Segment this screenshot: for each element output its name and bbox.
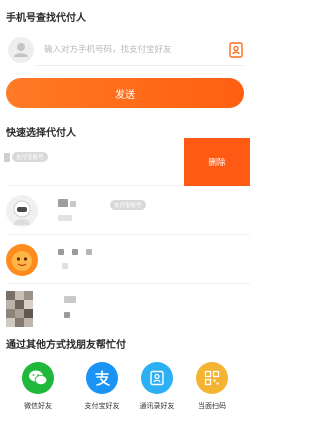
share-alipay-button[interactable]: 支付宝好友 bbox=[72, 362, 132, 411]
wechat-icon bbox=[22, 362, 54, 394]
share-label: 支付宝好友 bbox=[84, 402, 120, 410]
contact-name-masked bbox=[58, 199, 68, 207]
alipay-icon bbox=[86, 362, 118, 394]
share-qr-button[interactable]: 当面扫码 bbox=[182, 362, 242, 411]
share-label: 微信好友 bbox=[24, 402, 52, 410]
contact-name-masked bbox=[4, 153, 10, 162]
contact-account-masked bbox=[64, 312, 70, 318]
contact-row[interactable] bbox=[0, 236, 250, 284]
row-divider bbox=[8, 234, 250, 235]
contact-avatar bbox=[6, 291, 40, 327]
account-badge: 支付宝账号 bbox=[110, 200, 146, 210]
contact-name-masked bbox=[64, 296, 76, 303]
delete-button[interactable]: 删除 bbox=[184, 138, 250, 186]
account-badge: 支付宝账号 bbox=[12, 152, 48, 162]
row-divider bbox=[8, 283, 250, 284]
phone-number-input[interactable] bbox=[44, 36, 220, 64]
contact-account-masked bbox=[62, 263, 68, 269]
input-underline bbox=[36, 65, 244, 66]
quick-select-title: 快速选择代付人 bbox=[6, 128, 76, 139]
other-methods-title: 通过其他方式找朋友帮忙付 bbox=[6, 340, 126, 351]
share-options: 微信好友 支付宝好友 通讯录好友 当面扫码 bbox=[0, 362, 250, 422]
share-label: 通讯录好友 bbox=[139, 402, 175, 410]
contact-name-masked bbox=[72, 249, 78, 255]
contact-name-masked bbox=[70, 201, 76, 207]
contact-account-masked bbox=[58, 215, 72, 221]
contact-name-masked bbox=[86, 249, 92, 255]
phone-search-row bbox=[8, 36, 244, 64]
share-contacts-button[interactable]: 通讯录好友 bbox=[127, 362, 187, 411]
contact-row[interactable] bbox=[0, 285, 250, 333]
send-button[interactable]: 发送 bbox=[6, 78, 244, 108]
contact-name-masked bbox=[58, 249, 64, 255]
contact-book-icon[interactable] bbox=[228, 42, 244, 58]
contact-row[interactable]: 支付宝账号 bbox=[0, 187, 250, 235]
user-placeholder-icon bbox=[8, 37, 34, 63]
contacts-icon bbox=[141, 362, 173, 394]
share-label: 当面扫码 bbox=[198, 402, 226, 410]
qr-code-icon bbox=[196, 362, 228, 394]
share-wechat-button[interactable]: 微信好友 bbox=[8, 362, 68, 411]
contact-avatar bbox=[6, 244, 38, 276]
contact-avatar bbox=[6, 195, 38, 227]
phone-search-title: 手机号查找代付人 bbox=[6, 13, 86, 24]
